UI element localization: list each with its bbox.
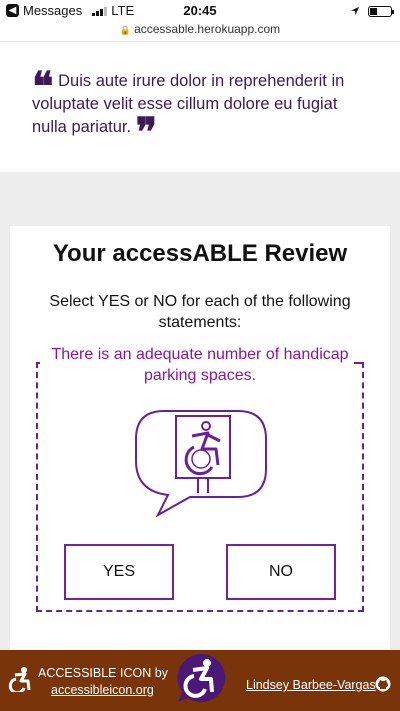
yes-button[interactable]: YES xyxy=(64,544,174,600)
url-text: accessable.herokuapp.com xyxy=(134,22,281,36)
author-link[interactable]: Lindsey Barbee-Vargas xyxy=(246,678,376,692)
accessible-badge-icon[interactable] xyxy=(176,652,228,704)
accessibleicon-link[interactable]: accessibleicon.org xyxy=(38,682,168,699)
location-arrow-icon xyxy=(350,4,360,19)
battery-level xyxy=(370,8,377,15)
clock: 20:45 xyxy=(183,3,217,18)
accessible-icon xyxy=(8,666,34,697)
footer-credit: ACCESSIBLE ICON by accessibleicon.org xyxy=(38,665,168,699)
review-title: Your accessABLE Review xyxy=(52,240,348,267)
github-icon[interactable] xyxy=(375,676,391,697)
status-bar: ◀ Messages LTE 20:45 xyxy=(0,0,400,22)
url-bar[interactable]: 🔒 accessable.herokuapp.com xyxy=(0,22,400,42)
footer-credit-text: ACCESSIBLE ICON by xyxy=(38,666,168,680)
no-button[interactable]: NO xyxy=(226,544,336,600)
accessible-parking-sign-icon xyxy=(134,409,268,524)
close-quote-icon: ❞ xyxy=(135,109,158,156)
review-instructions: Select YES or NO for each of the followi… xyxy=(49,293,351,331)
quote-text: Duis aute irure dolor in reprehenderit i… xyxy=(32,72,345,136)
footer: ACCESSIBLE ICON by accessibleicon.org Li… xyxy=(0,650,400,711)
review-card: Your accessABLE Review Select YES or NO … xyxy=(10,226,390,650)
review-question: There is an adequate number of handicap … xyxy=(51,346,349,384)
testimonial-quote: ❝ Duis aute irure dolor in reprehenderit… xyxy=(32,67,372,153)
status-right xyxy=(350,4,394,19)
battery-icon xyxy=(368,6,394,17)
lock-icon: 🔒 xyxy=(119,25,132,35)
testimonial-section: ❝ Duis aute irure dolor in reprehenderit… xyxy=(0,42,400,172)
